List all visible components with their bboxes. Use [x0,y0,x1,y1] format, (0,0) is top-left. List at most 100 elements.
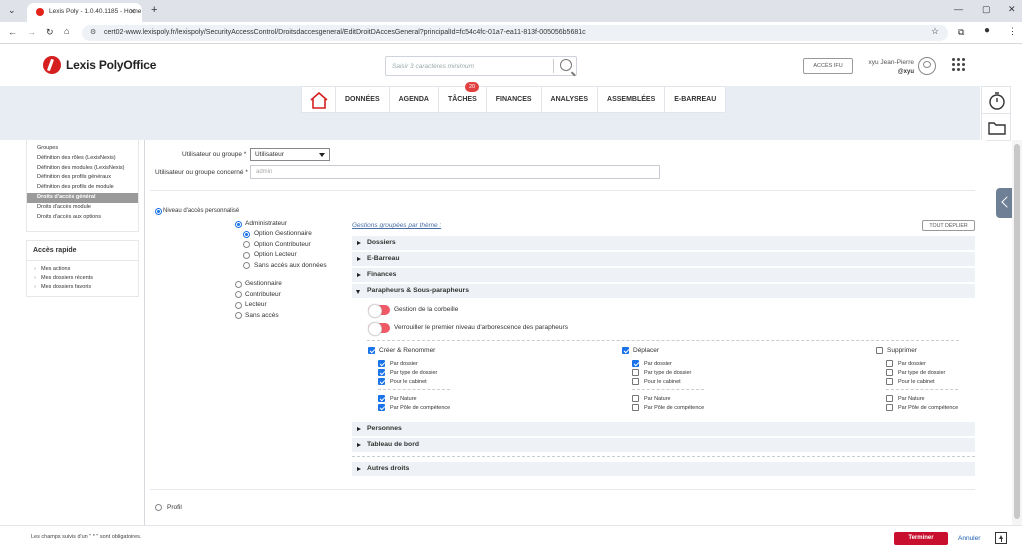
section-label: Finances [367,271,397,278]
cb-supprimer-par-type[interactable] [886,369,893,376]
menu-profils-module[interactable]: Définition des profils de module [27,183,138,193]
bookmark-star-icon[interactable]: ☆ [931,26,939,37]
scrollbar[interactable] [1012,140,1022,525]
cb-deplacer-par-nature[interactable] [632,395,639,402]
radio-lecteur[interactable] [235,302,242,309]
chrome-menu-icon[interactable]: ⋮ [1008,26,1017,37]
radio-administrateur[interactable] [235,221,242,228]
minimize-icon[interactable]: — [954,4,963,14]
forward-icon[interactable]: → [27,27,36,37]
nav-donnees[interactable]: DONNÉES [336,87,390,112]
cb-supprimer-cabinet[interactable] [886,378,893,385]
cb-creer-par-nature[interactable] [378,395,385,402]
tout-deplier-button[interactable]: TOUT DÉPLIER [922,220,975,231]
back-icon[interactable]: ← [8,27,17,37]
section-label: Parapheurs & Sous-parapheurs [367,287,469,294]
section-personnes[interactable]: Personnes [352,422,975,436]
avatar-icon[interactable] [918,57,936,75]
section-ebarreau[interactable]: E-Barreau [352,252,975,266]
scroll-top-icon[interactable] [995,532,1007,544]
nav-assemblees[interactable]: ASSEMBLÉES [598,87,666,112]
url-text: cert02-www.lexispoly.fr/lexispoly/Securi… [104,29,586,36]
profile-icon[interactable]: ● [984,25,990,36]
scrollbar-thumb[interactable] [1014,144,1020,519]
menu-droits-general[interactable]: Droits d'accès général [27,192,138,203]
radio-option-gestionnaire[interactable] [243,231,250,238]
menu-groupes[interactable]: Groupes [27,144,138,154]
nav-analyses[interactable]: ANALYSES [542,87,599,112]
cb-deplacer-par-pole[interactable] [632,404,639,411]
site-info-icon[interactable]: ⚙ [90,28,96,36]
toggle-corbeille[interactable] [368,304,390,318]
section-dossiers[interactable]: Dossiers [352,236,975,250]
cb-creer-renommer[interactable] [368,347,375,354]
section-finances[interactable]: Finances [352,268,975,282]
cb-label: Par Pôle de compétence [390,405,451,411]
folder-button[interactable] [981,113,1011,141]
cb-creer-par-pole[interactable] [378,404,385,411]
radio-sans-acces[interactable] [235,312,242,319]
timer-button[interactable] [981,86,1011,114]
section-autres-droits[interactable]: Autres droits [352,462,975,476]
cb-supprimer-par-dossier[interactable] [886,360,893,367]
new-tab-icon[interactable]: + [151,4,157,16]
section-parapheurs[interactable]: Parapheurs & Sous-parapheurs [352,284,975,298]
nav-home-button[interactable] [302,87,336,112]
quick-dossiers-recents[interactable]: Mes dossiers récents [27,274,138,283]
reload-icon[interactable]: ↻ [46,27,54,38]
section-tableau-de-bord[interactable]: Tableau de bord [352,438,975,452]
divider [150,489,975,490]
annuler-link[interactable]: Annuler [958,535,980,542]
terminer-button[interactable]: Terminer [894,532,948,545]
radio-profil[interactable] [155,504,162,511]
radio-contributeur[interactable] [235,291,242,298]
menu-droits-options[interactable]: Droits d'accès aux options [27,213,138,223]
section-label: Personnes [367,425,402,432]
close-tab-icon[interactable]: ✕ [129,7,136,16]
niveau-radio[interactable] [155,208,162,215]
search-input[interactable]: Saisir 3 caractères minimum [385,56,577,76]
user-info[interactable]: xyu Jean-Pierre @xyu [862,58,914,77]
cb-deplacer[interactable] [622,347,629,354]
home-icon[interactable]: ⌂ [64,26,69,36]
level-administrateur: Administrateur [245,220,287,227]
nav-finances[interactable]: FINANCES [487,87,542,112]
cb-supprimer-par-pole[interactable] [886,404,893,411]
toggle-verrouiller[interactable] [368,322,390,336]
cb-deplacer-par-type[interactable] [632,369,639,376]
apps-grid-icon[interactable] [952,58,966,72]
user-group-select[interactable]: Utilisateur [250,148,330,161]
menu-roles[interactable]: Définition des rôles (LexisNexis) [27,154,138,164]
radio-option-lecteur[interactable] [243,252,250,259]
nav-taches[interactable]: TÂCHES [439,87,487,112]
section-label: E-Barreau [367,255,400,262]
menu-modules[interactable]: Définition des modules (LexisNexis) [27,164,138,174]
extensions-icon[interactable]: ⧉ [958,27,964,38]
cb-supprimer-par-nature[interactable] [886,395,893,402]
app-logo[interactable]: Lexis PolyOffice [66,58,156,72]
tab-list-icon[interactable]: ⌄ [8,5,16,16]
menu-droits-module[interactable]: Droits d'accès module [27,203,138,213]
cb-deplacer-cabinet[interactable] [632,378,639,385]
cb-deplacer-par-dossier[interactable] [632,360,639,367]
concerned-input[interactable]: admin [250,165,660,179]
acces-ifu-button[interactable]: ACCÈS IFU [803,58,853,74]
cb-creer-cabinet[interactable] [378,378,385,385]
radio-sans-acces-donnees[interactable] [243,262,250,269]
nav-ebarreau[interactable]: E-BARREAU [665,87,725,112]
quick-mes-actions[interactable]: Mes actions [27,265,138,274]
close-window-icon[interactable]: ✕ [1008,4,1016,15]
address-bar-row: ← → ↻ ⌂ ⚙ cert02-www.lexispoly.fr/lexisp… [0,22,1022,44]
radio-gestionnaire[interactable] [235,281,242,288]
quick-dossiers-favoris[interactable]: Mes dossiers favoris [27,283,138,292]
cb-creer-par-type[interactable] [378,369,385,376]
nav-agenda[interactable]: AGENDA [390,87,439,112]
url-field[interactable]: ⚙ cert02-www.lexispoly.fr/lexispoly/Secu… [82,25,948,41]
browser-tab[interactable]: Lexis Poly - 1.0.40.1185 - Home ✕ [27,3,142,22]
radio-option-contributeur[interactable] [243,241,250,248]
cb-creer-par-dossier[interactable] [378,360,385,367]
cb-supprimer[interactable] [876,347,883,354]
menu-profils-generaux[interactable]: Définition des profils généraux [27,173,138,183]
search-icon[interactable] [560,59,572,71]
maximize-icon[interactable]: ▢ [982,4,991,15]
